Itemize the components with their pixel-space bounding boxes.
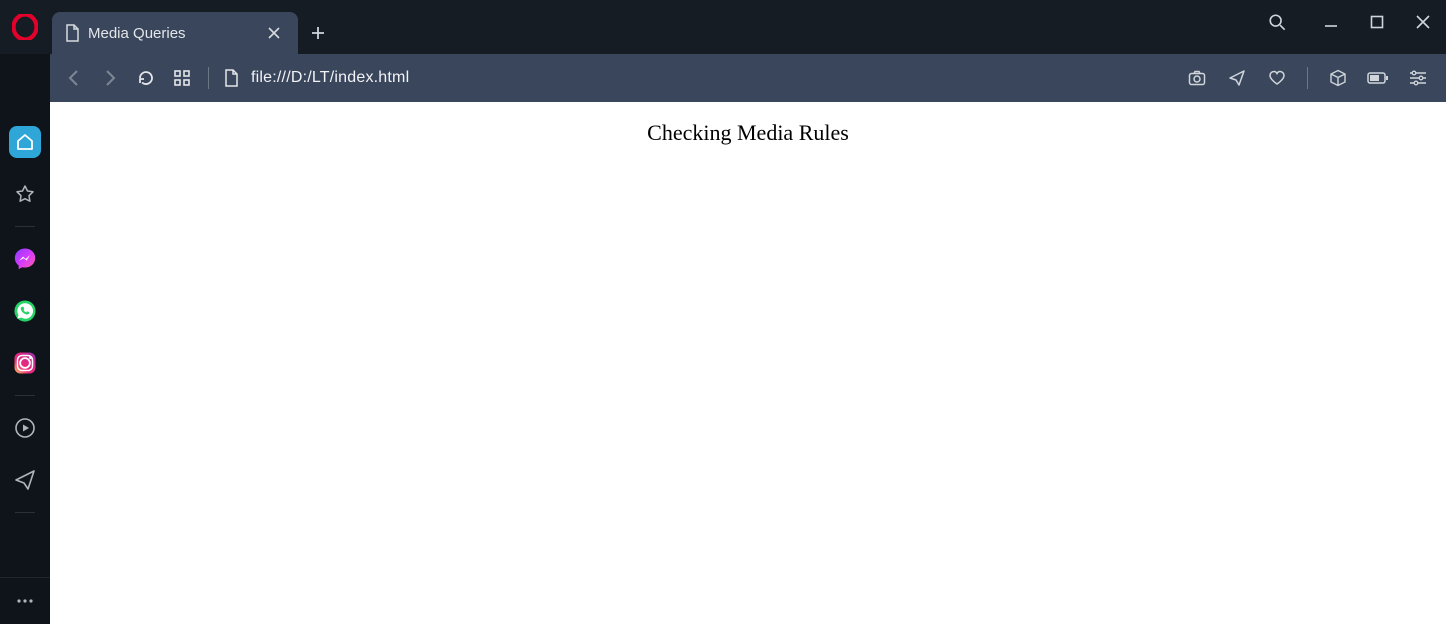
sidebar-more-button[interactable] — [0, 578, 50, 624]
battery-saver-button[interactable] — [1360, 60, 1396, 96]
maximize-button[interactable] — [1354, 0, 1400, 44]
toolbar-right — [1179, 60, 1436, 96]
minimize-button[interactable] — [1308, 0, 1354, 44]
sidebar-messenger-button[interactable] — [9, 243, 41, 275]
toolbar-separator — [208, 67, 209, 89]
snapshot-button[interactable] — [1179, 60, 1215, 96]
send-icon — [1228, 69, 1246, 87]
sidebar-separator-3 — [15, 512, 35, 513]
close-icon — [268, 27, 280, 39]
send-button[interactable] — [1219, 60, 1255, 96]
heart-icon — [1268, 70, 1286, 86]
maximize-icon — [1370, 15, 1384, 29]
reload-icon — [137, 69, 155, 87]
star-icon — [15, 184, 35, 204]
battery-icon — [1367, 71, 1389, 85]
sidebar-flow-button[interactable] — [9, 464, 41, 496]
opera-logo-icon — [12, 14, 38, 40]
instagram-icon — [13, 351, 37, 375]
plus-icon — [311, 26, 325, 40]
sidebar-whatsapp-button[interactable] — [9, 295, 41, 327]
search-tabs-button[interactable] — [1254, 0, 1300, 44]
speed-dial-button[interactable] — [164, 60, 200, 96]
speed-dial-icon — [173, 69, 191, 87]
file-icon — [64, 24, 80, 42]
toolbar-separator-right — [1307, 67, 1308, 89]
sidebar — [0, 102, 50, 624]
sidebar-separator — [15, 226, 35, 227]
sidebar-home-button[interactable] — [9, 126, 41, 158]
snapshot-icon — [1188, 70, 1206, 86]
page-file-icon — [217, 64, 245, 92]
back-icon — [65, 69, 83, 87]
page-heading: Checking Media Rules — [50, 120, 1446, 146]
messenger-icon — [12, 246, 38, 272]
lower-area: Checking Media Rules — [0, 102, 1446, 624]
forward-icon — [101, 69, 119, 87]
sidebar-instagram-button[interactable] — [9, 347, 41, 379]
tab-close-button[interactable] — [262, 21, 286, 45]
home-icon — [16, 133, 34, 151]
page-content: Checking Media Rules — [50, 102, 1446, 624]
easy-setup-icon — [1409, 70, 1427, 86]
sidebar-bookmarks-button[interactable] — [9, 178, 41, 210]
tab-active[interactable]: Media Queries — [52, 12, 298, 54]
heart-button[interactable] — [1259, 60, 1295, 96]
play-icon — [14, 417, 36, 439]
plane-icon — [14, 469, 36, 491]
minimize-icon — [1324, 15, 1338, 29]
more-icon — [16, 598, 34, 604]
window-controls — [1254, 0, 1446, 44]
easy-setup-button[interactable] — [1400, 60, 1436, 96]
whatsapp-icon — [12, 298, 38, 324]
back-button[interactable] — [56, 60, 92, 96]
titlebar: Media Queries — [0, 0, 1446, 54]
sidebar-player-button[interactable] — [9, 412, 41, 444]
window-close-icon — [1416, 15, 1430, 29]
tab-title: Media Queries — [88, 25, 262, 42]
opera-menu-button[interactable] — [0, 0, 50, 54]
sidebar-separator-2 — [15, 395, 35, 396]
reload-button[interactable] — [128, 60, 164, 96]
toolbar: file:///D:/LT/index.html — [50, 54, 1446, 102]
forward-button[interactable] — [92, 60, 128, 96]
address-bar[interactable]: file:///D:/LT/index.html — [251, 69, 1179, 87]
search-icon — [1268, 13, 1286, 31]
extensions-cube-button[interactable] — [1320, 60, 1356, 96]
close-window-button[interactable] — [1400, 0, 1446, 44]
new-tab-button[interactable] — [298, 12, 338, 54]
cube-icon — [1329, 69, 1347, 87]
